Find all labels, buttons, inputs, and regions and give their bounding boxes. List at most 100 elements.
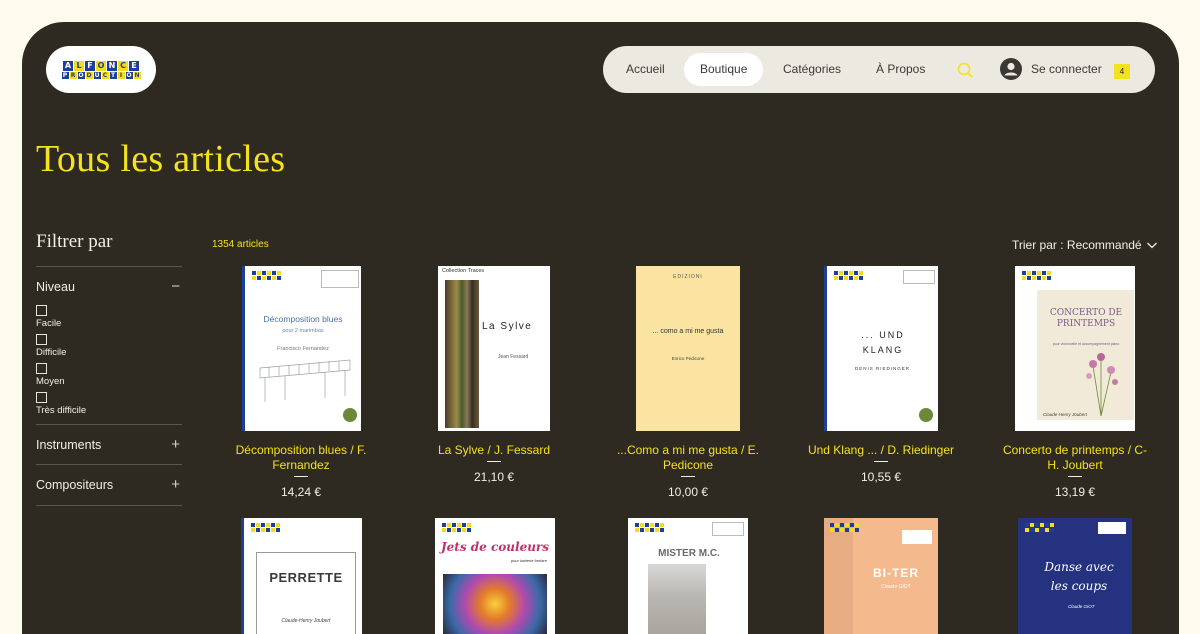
color-burst-image: [443, 574, 547, 634]
cover-subtitle: Collection Traces: [442, 268, 485, 274]
option-label: Moyen: [36, 376, 65, 387]
logo-letter: N: [133, 71, 141, 79]
product-image[interactable]: MISTER M.C.: [628, 518, 748, 634]
chevron-down-icon[interactable]: [1146, 239, 1158, 251]
logo-letter: C: [101, 71, 109, 79]
logo-letter: E: [129, 60, 139, 71]
logo-letter: A: [63, 60, 73, 71]
option-label: Difficile: [36, 347, 67, 358]
product-image[interactable]: ... UND KLANG DENIS RIEDINGER: [824, 266, 938, 431]
product-image[interactable]: Collection Traces La Sylve Jean Fessard: [438, 266, 550, 431]
flower-illustration: [1086, 353, 1118, 417]
product-name[interactable]: La Sylve / J. Fessard: [420, 443, 568, 458]
product-image[interactable]: Décomposition blues pour 2 marimbas Fran…: [242, 266, 361, 431]
marimba-illustration: [259, 359, 351, 402]
product-name[interactable]: ...Como a mi me gusta / E. Pedicone: [614, 443, 762, 473]
logo-letter: I: [117, 71, 125, 79]
cover-subtitle: pour violoncelle et accompagnement piano: [1052, 342, 1120, 346]
logo-letter: L: [74, 60, 84, 71]
logo[interactable]: ALFONCE PRODUCTION: [46, 46, 156, 93]
filter-title: Filtrer par: [36, 231, 113, 252]
product-image[interactable]: EDIZIONI ... como a mi me gusta Enrico P…: [636, 266, 740, 431]
cover-title: Danse avec les coups: [1044, 560, 1114, 593]
checkbox-facile[interactable]: [36, 305, 47, 316]
photo: [648, 564, 706, 634]
divider: [36, 424, 182, 425]
account-avatar-icon[interactable]: [1000, 58, 1022, 80]
product-price: 10,55 €: [860, 470, 902, 484]
filter-section-niveau[interactable]: Niveau −: [36, 279, 182, 294]
nav-a-propos[interactable]: À Propos: [876, 46, 925, 93]
cover-author: Claude GIOT: [881, 584, 911, 590]
cover-title: Décomposition blues: [263, 314, 343, 324]
divider: [36, 464, 182, 465]
article-count: 1354 articles: [212, 239, 269, 250]
product-image[interactable]: BI-TER Claude GIOT: [824, 518, 938, 634]
divider: [294, 476, 308, 477]
divider: [874, 461, 888, 462]
filter-section-compositeurs[interactable]: Compositeurs +: [36, 477, 182, 492]
bark-image: [445, 280, 479, 428]
filter-section-label: Niveau: [36, 280, 75, 294]
nav-boutique[interactable]: Boutique: [684, 53, 764, 86]
product-name[interactable]: Décomposition blues / F. Fernandez: [227, 443, 375, 473]
logo-letter: D: [85, 71, 93, 79]
cover-title: La Sylve: [482, 321, 533, 332]
cover-subtitle: pour batterie fanfare: [510, 558, 547, 563]
cover-author: Claude-Henry Joubert: [1043, 412, 1088, 417]
sort-dropdown[interactable]: Trier par : Recommandé: [1012, 238, 1142, 252]
checkbox-difficile[interactable]: [36, 334, 47, 345]
divider: [681, 476, 695, 477]
logo-letter: P: [61, 71, 69, 79]
product-image[interactable]: PERRETTE Claude-Henry Joubert: [241, 518, 362, 634]
filter-section-label: Compositeurs: [36, 478, 114, 492]
product-price: 14,24 €: [280, 485, 322, 499]
product-name[interactable]: Und Klang ... / D. Riedinger: [807, 443, 955, 458]
nav-accueil[interactable]: Accueil: [626, 46, 665, 93]
cover-title: ... UND KLANG: [861, 330, 905, 355]
expand-icon[interactable]: +: [171, 437, 180, 452]
cover-author: Claude-Henry Joubert: [281, 618, 331, 624]
product-image[interactable]: CONCERTO DE PRINTEMPS pour violoncelle e…: [1015, 266, 1135, 431]
filter-section-instruments[interactable]: Instruments +: [36, 437, 182, 452]
logo-letter: T: [109, 71, 117, 79]
option-label: Facile: [36, 318, 62, 329]
cover-subtitle: EDIZIONI: [673, 274, 703, 280]
divider: [36, 505, 182, 506]
page-frame: ALFONCE PRODUCTION Accueil Boutique Caté…: [22, 22, 1179, 634]
cover-title: ... como a mi me gusta: [652, 328, 724, 335]
search-icon[interactable]: [955, 60, 975, 80]
product-price: 13,19 €: [1054, 485, 1096, 499]
cover-title: CONCERTO DE PRINTEMPS: [1049, 308, 1123, 329]
logo-letter: U: [93, 71, 101, 79]
checkbox-tres-difficile[interactable]: [36, 392, 47, 403]
divider: [1068, 476, 1082, 477]
nav-categories[interactable]: Catégories: [783, 46, 841, 93]
login-link[interactable]: Se connecter: [1031, 46, 1102, 93]
product-image[interactable]: Danse avec les coups Claude GIOT: [1018, 518, 1132, 634]
product-price: 10,00 €: [667, 485, 709, 499]
cover-title: Jets de couleurs: [440, 540, 550, 554]
logo-letter: C: [118, 60, 128, 71]
cover-author: Enrico Pedicone: [671, 356, 705, 361]
product-price: 21,10 €: [473, 470, 515, 484]
cart-icon[interactable]: 4: [1114, 60, 1132, 80]
top-nav: Accueil Boutique Catégories À Propos Se …: [603, 46, 1155, 93]
logo-letter: O: [96, 60, 106, 71]
cover-author: Jean Fessard: [498, 354, 529, 360]
collapse-icon[interactable]: −: [171, 279, 180, 294]
cover-title: MISTER M.C.: [658, 548, 720, 559]
checkbox-moyen[interactable]: [36, 363, 47, 374]
product-image[interactable]: Jets de couleurs pour batterie fanfare: [435, 518, 555, 634]
cover-subtitle: pour 2 marimbas: [282, 328, 324, 334]
cart-count-badge: 4: [1114, 64, 1130, 79]
divider: [36, 266, 182, 267]
product-name[interactable]: Concerto de printemps / C-H. Joubert: [1000, 443, 1150, 473]
divider: [487, 461, 501, 462]
cover-author: Claude GIOT: [1068, 604, 1095, 609]
page-title: Tous les articles: [36, 138, 286, 180]
cover-title: PERRETTE: [269, 570, 343, 585]
filter-section-label: Instruments: [36, 438, 102, 452]
expand-icon[interactable]: +: [171, 477, 180, 492]
logo-letter: O: [125, 71, 133, 79]
